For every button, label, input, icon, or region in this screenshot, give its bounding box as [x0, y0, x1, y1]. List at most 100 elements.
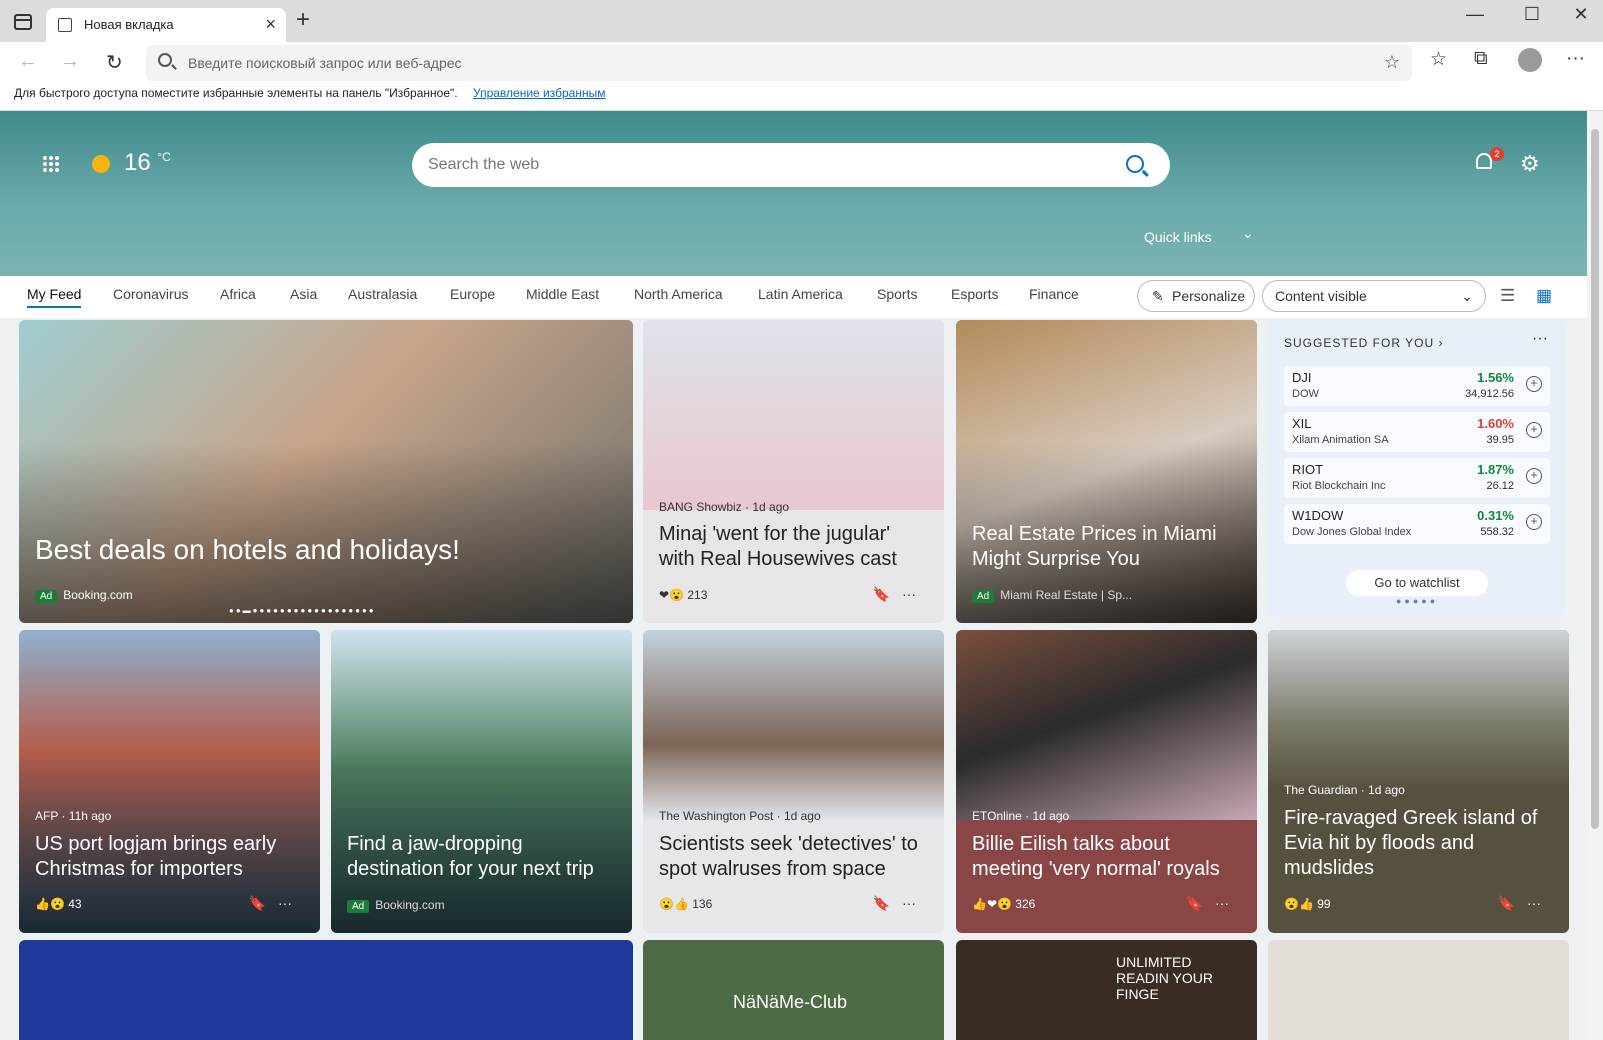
reload-button[interactable]: ↻: [106, 50, 123, 75]
quick-links-toggle[interactable]: Quick links: [1144, 229, 1212, 245]
stock-row[interactable]: DJI DOW 1.56% 34,912.56 +: [1284, 366, 1550, 406]
card-source: ETOnline · 1d ago: [972, 809, 1070, 823]
content-visible-label: Content visible: [1275, 288, 1367, 304]
tab-latin-america[interactable]: Latin America: [758, 286, 843, 302]
reaction-count: 😮👍 136: [659, 897, 713, 911]
tab-my-feed[interactable]: My Feed: [27, 286, 82, 308]
news-card[interactable]: ETOnline · 1d ago Billie Eilish talks ab…: [956, 630, 1257, 933]
maximize-button[interactable]: ☐: [1509, 4, 1555, 25]
news-card[interactable]: BANG Showbiz · 1d ago Minaj 'went for th…: [643, 320, 944, 623]
manage-favorites-link[interactable]: Управление избранным: [473, 86, 605, 100]
card-title: Find a jaw-dropping destination for your…: [347, 833, 594, 880]
more-icon[interactable]: ···: [1532, 330, 1548, 348]
ad-card[interactable]: Real Estate Prices in Miami Might Surpri…: [956, 320, 1257, 623]
back-button[interactable]: ←: [18, 50, 38, 73]
stock-name: Riot Blockchain Inc: [1292, 480, 1386, 492]
weather-sun-icon[interactable]: [92, 155, 110, 173]
stock-row[interactable]: RIOT Riot Blockchain Inc 1.87% 26.12 +: [1284, 458, 1550, 498]
reaction-value: 43: [68, 897, 82, 911]
stock-row[interactable]: XIL Xilam Animation SA 1.60% 39.95 +: [1284, 412, 1550, 452]
card-actions[interactable]: 🔖 ···: [249, 895, 292, 912]
app-launcher-icon[interactable]: [42, 155, 60, 173]
tab-finance[interactable]: Finance: [1029, 286, 1079, 302]
tab-sports[interactable]: Sports: [877, 286, 917, 302]
tab-actions-icon[interactable]: [14, 14, 32, 30]
tab-new[interactable]: Новая вкладка ×: [46, 8, 286, 42]
address-row: ← → ↻ Введите поисковый запрос или веб-а…: [0, 42, 1603, 84]
menu-icon[interactable]: ···: [1566, 48, 1585, 70]
notification-badge: 2: [1490, 147, 1504, 161]
feed-tabs: My Feed Coronavirus Africa Asia Australa…: [0, 276, 1587, 318]
card-source: Ad Booking.com: [35, 588, 133, 603]
forward-button[interactable]: →: [60, 50, 80, 73]
profile-avatar[interactable]: [1518, 48, 1542, 72]
hero-card[interactable]: Best deals on hotels and holidays! Ad Boo…: [19, 320, 633, 623]
watermark-text: NäNäMe-Club: [733, 992, 848, 1012]
minimize-button[interactable]: —: [1452, 4, 1498, 25]
carousel-dots[interactable]: ●●▬●●●●●●●●●●●●●●●●●●: [229, 606, 376, 615]
content-visibility-select[interactable]: Content visible ⌄: [1262, 280, 1486, 312]
watchlist-heading[interactable]: SUGGESTED FOR YOU ›: [1284, 336, 1443, 350]
carousel-dots[interactable]: ●●●●●: [1396, 596, 1438, 606]
add-favorite-icon[interactable]: ☆: [1384, 52, 1400, 73]
news-card[interactable]: AFP · 11h ago US port logjam brings earl…: [19, 630, 320, 933]
card-title: Billie Eilish talks about meeting 'very …: [972, 833, 1220, 880]
ad-card[interactable]: Find a jaw-dropping destination for your…: [331, 630, 632, 933]
card-actions[interactable]: 🔖 ···: [873, 895, 916, 912]
stock-row[interactable]: W1DOW Dow Jones Global Index 0.31% 558.32 +: [1284, 504, 1550, 544]
tab-africa[interactable]: Africa: [220, 286, 256, 302]
watchlist-widget: SUGGESTED FOR YOU › ··· DJI DOW 1.56% 34,91…: [1268, 320, 1566, 617]
ad-badge: Ad: [972, 590, 995, 603]
card-actions[interactable]: 🔖 ···: [873, 586, 916, 603]
card-actions[interactable]: 🔖 ···: [1186, 895, 1229, 912]
go-to-watchlist-button[interactable]: Go to watchlist: [1346, 570, 1488, 596]
web-search-box[interactable]: Search the web: [412, 143, 1170, 187]
tab-australasia[interactable]: Australasia: [348, 286, 417, 302]
close-tab-icon[interactable]: ×: [265, 14, 276, 35]
favorites-icon[interactable]: ☆: [1430, 48, 1447, 71]
search-icon[interactable]: [1126, 155, 1144, 173]
ad-badge: Ad: [35, 590, 58, 603]
chevron-down-icon[interactable]: ⌄: [1242, 225, 1254, 242]
card-image: [1268, 630, 1569, 790]
stock-price: 26.12: [1486, 480, 1514, 492]
add-icon[interactable]: +: [1526, 468, 1542, 484]
new-tab-button[interactable]: +: [296, 6, 310, 34]
card-source: AFP · 11h ago: [35, 809, 112, 823]
card-title: Minaj 'went for the jugular' with Real H…: [659, 523, 897, 570]
stock-name: Dow Jones Global Index: [1292, 526, 1412, 538]
add-icon[interactable]: +: [1526, 376, 1542, 392]
list-view-icon[interactable]: ☰: [1500, 286, 1515, 306]
chevron-down-icon: ⌄: [1461, 288, 1473, 304]
tab-north-america[interactable]: North America: [634, 286, 723, 302]
reaction-value: 99: [1317, 897, 1331, 911]
tab-coronavirus[interactable]: Coronavirus: [113, 286, 188, 302]
card-source-name: Miami Real Estate | Sp...: [1000, 588, 1133, 602]
weather-temp[interactable]: 16 °C: [124, 149, 171, 177]
news-card[interactable]: NäNäMe-Club: [643, 940, 944, 1040]
ad-card[interactable]: UNLIMITED READIN YOUR FINGE: [956, 940, 1257, 1040]
settings-gear-icon[interactable]: ⚙: [1520, 151, 1540, 177]
collections-icon[interactable]: ⧉: [1474, 48, 1488, 70]
tab-asia[interactable]: Asia: [290, 286, 317, 302]
promo-text: UNLIMITED READIN YOUR FINGE: [1116, 954, 1213, 1002]
add-icon[interactable]: +: [1526, 422, 1542, 438]
page-scrollbar[interactable]: [1587, 111, 1603, 1040]
card-title: Fire-ravaged Greek island of Evia hit by…: [1284, 807, 1538, 879]
tab-esports[interactable]: Esports: [951, 286, 998, 302]
close-window-button[interactable]: ✕: [1558, 4, 1603, 25]
news-card[interactable]: [1268, 940, 1569, 1040]
tab-europe[interactable]: Europe: [450, 286, 495, 302]
card-actions[interactable]: 🔖 ···: [1498, 895, 1541, 912]
tab-middle-east[interactable]: Middle East: [526, 286, 599, 302]
news-card[interactable]: The Guardian · 1d ago Fire-ravaged Greek…: [1268, 630, 1569, 933]
scrollbar-thumb[interactable]: [1591, 129, 1599, 829]
stock-price: 39.95: [1486, 434, 1514, 446]
address-bar[interactable]: Введите поисковый запрос или веб-адрес ☆: [146, 45, 1412, 81]
add-icon[interactable]: +: [1526, 514, 1542, 530]
news-card[interactable]: The Washington Post · 1d ago Scientists …: [643, 630, 944, 933]
personalize-button[interactable]: ✎ Personalize: [1137, 280, 1255, 312]
news-card[interactable]: [19, 940, 633, 1040]
grid-view-icon[interactable]: ▦: [1536, 286, 1552, 306]
temp-value: 16: [124, 149, 151, 176]
